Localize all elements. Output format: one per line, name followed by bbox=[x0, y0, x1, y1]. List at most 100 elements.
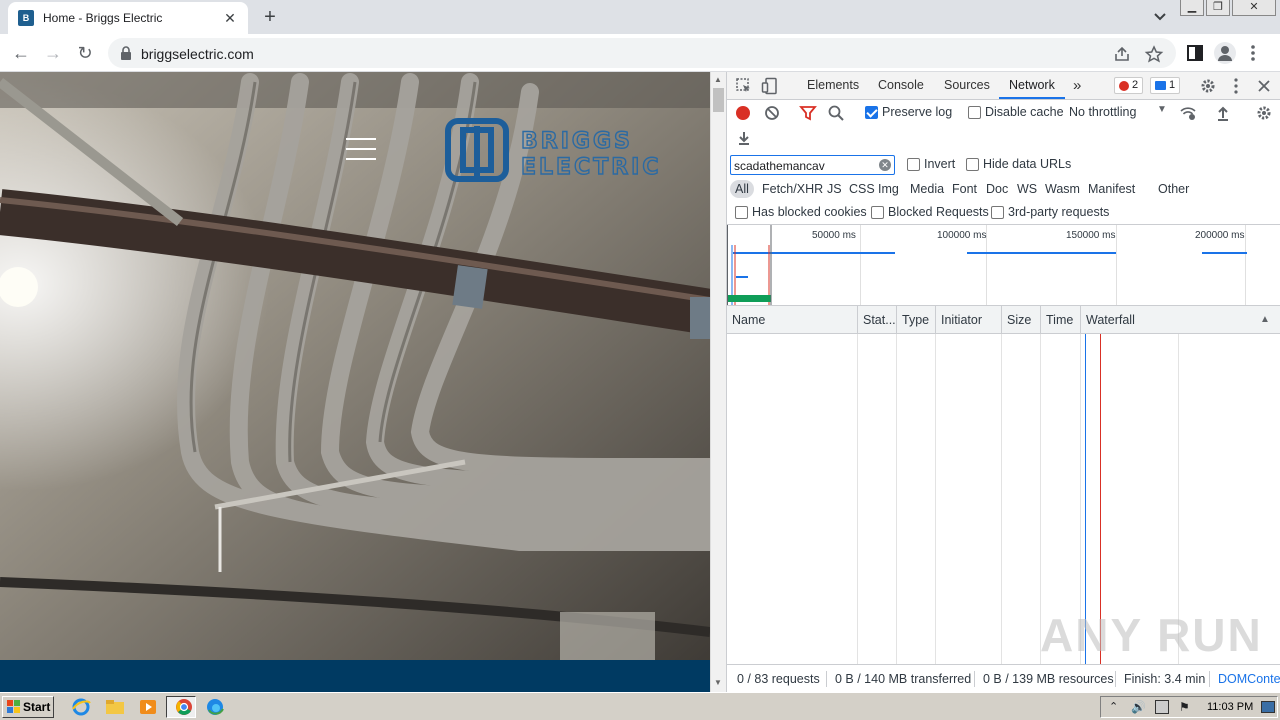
blocked-requests-checkbox[interactable] bbox=[871, 206, 884, 219]
windows-flag-icon bbox=[7, 700, 20, 713]
page-scrollbar[interactable]: ▲ ▼ bbox=[710, 72, 726, 692]
browser-menu-icon[interactable] bbox=[1250, 43, 1256, 63]
clear-icon[interactable] bbox=[763, 104, 781, 122]
requests-count: 0 / 83 requests bbox=[737, 672, 820, 686]
tab-network[interactable]: Network bbox=[999, 72, 1065, 99]
internet-explorer-icon[interactable] bbox=[70, 697, 92, 717]
file-explorer-icon[interactable] bbox=[104, 697, 126, 717]
status-divider bbox=[974, 671, 975, 687]
tab-close-icon[interactable]: ✕ bbox=[222, 10, 238, 26]
third-party-requests-checkbox[interactable] bbox=[991, 206, 1004, 219]
scroll-up-icon[interactable]: ▲ bbox=[714, 75, 722, 84]
anyrun-watermark: ANY RUN bbox=[1040, 609, 1263, 661]
type-filter-ws[interactable]: WS bbox=[1012, 180, 1042, 198]
show-desktop-icon[interactable] bbox=[1261, 701, 1275, 713]
profile-avatar-icon[interactable] bbox=[1214, 42, 1236, 64]
messages-count: 1 bbox=[1169, 79, 1176, 91]
reload-icon[interactable]: ↻ bbox=[72, 41, 98, 65]
devtools-menu-icon[interactable] bbox=[1227, 77, 1245, 95]
type-filter-fetch-xhr[interactable]: Fetch/XHR bbox=[757, 180, 828, 198]
requests-table-header: Name Stat... Type Initiator Size Time Wa… bbox=[727, 306, 1280, 334]
messages-badge[interactable]: 1 bbox=[1150, 77, 1181, 94]
type-filter-all[interactable]: All bbox=[730, 180, 754, 198]
disable-cache-checkbox[interactable] bbox=[968, 106, 981, 119]
filter-input[interactable]: scadathemancav ✕ bbox=[730, 155, 895, 175]
browser-tab[interactable]: B Home - Briggs Electric ✕ bbox=[8, 2, 248, 34]
site-blue-band bbox=[0, 660, 710, 692]
briggs-electric-logo[interactable]: BRIGGS ELECTRIC bbox=[445, 118, 660, 184]
sort-ascending-icon[interactable]: ▲ bbox=[1260, 314, 1270, 325]
type-filter-js[interactable]: JS bbox=[822, 180, 847, 198]
column-status[interactable]: Stat... bbox=[857, 306, 896, 334]
network-tray-icon[interactable] bbox=[1155, 700, 1169, 714]
invert-checkbox[interactable] bbox=[907, 158, 920, 171]
scrollbar-thumb[interactable] bbox=[713, 88, 724, 112]
flag-tray-icon[interactable]: ⚑ bbox=[1179, 700, 1190, 714]
type-filter-font[interactable]: Font bbox=[947, 180, 982, 198]
type-filter-img[interactable]: Img bbox=[873, 180, 904, 198]
restore-button[interactable]: ❐ bbox=[1206, 0, 1230, 16]
page-viewport: BRIGGS ELECTRIC bbox=[0, 72, 710, 692]
settings-gear-icon[interactable] bbox=[1199, 77, 1217, 95]
tab-console[interactable]: Console bbox=[878, 72, 924, 99]
windows-taskbar: Start ⌃ 🔊 ⚑ 11:03 PM bbox=[0, 692, 1280, 720]
column-divider bbox=[1001, 334, 1002, 664]
side-panel-icon[interactable] bbox=[1184, 42, 1206, 64]
throttling-select[interactable]: No throttling bbox=[1069, 105, 1136, 119]
status-divider bbox=[826, 671, 827, 687]
search-icon[interactable] bbox=[827, 104, 845, 122]
inspect-element-icon[interactable] bbox=[735, 77, 753, 95]
column-type[interactable]: Type bbox=[896, 306, 935, 334]
network-settings-gear-icon[interactable] bbox=[1255, 104, 1273, 122]
type-filter-wasm[interactable]: Wasm bbox=[1040, 180, 1085, 198]
resources-size: 0 B / 139 MB resources bbox=[983, 672, 1114, 686]
finish-time: Finish: 3.4 min bbox=[1124, 672, 1206, 686]
start-button[interactable]: Start bbox=[2, 696, 54, 718]
menu-hamburger-icon[interactable] bbox=[346, 138, 376, 160]
share-icon[interactable] bbox=[1112, 45, 1132, 63]
close-devtools-icon[interactable] bbox=[1255, 77, 1273, 95]
column-waterfall[interactable]: Waterfall bbox=[1080, 306, 1280, 334]
column-initiator[interactable]: Initiator bbox=[935, 306, 1001, 334]
chrome-taskbar-button[interactable] bbox=[166, 696, 196, 718]
type-filter-other[interactable]: Other bbox=[1153, 180, 1194, 198]
hide-data-urls-checkbox[interactable] bbox=[966, 158, 979, 171]
tab-search-chevron-icon[interactable] bbox=[1150, 8, 1170, 26]
errors-badge[interactable]: 2 bbox=[1114, 77, 1144, 94]
type-filter-manifest[interactable]: Manifest bbox=[1083, 180, 1140, 198]
network-overview-timeline[interactable]: 50000 ms 100000 ms 150000 ms 200000 ms bbox=[727, 224, 1280, 306]
forward-icon[interactable]: → bbox=[40, 41, 66, 65]
close-window-button[interactable]: ✕ bbox=[1232, 0, 1276, 16]
device-toolbar-icon[interactable] bbox=[761, 77, 779, 95]
new-tab-button[interactable]: + bbox=[258, 6, 282, 28]
address-bar[interactable]: briggselectric.com bbox=[108, 38, 1176, 68]
column-name[interactable]: Name bbox=[727, 306, 857, 334]
throttling-dropdown-icon[interactable]: ▼ bbox=[1157, 104, 1167, 115]
type-filter-doc[interactable]: Doc bbox=[981, 180, 1013, 198]
record-icon[interactable] bbox=[736, 106, 750, 120]
tab-sources[interactable]: Sources bbox=[944, 72, 990, 99]
network-conditions-icon[interactable] bbox=[1179, 104, 1197, 122]
edge-icon[interactable] bbox=[204, 697, 226, 717]
tab-elements[interactable]: Elements bbox=[807, 72, 859, 99]
has-blocked-cookies-checkbox[interactable] bbox=[735, 206, 748, 219]
back-icon[interactable]: ← bbox=[8, 41, 34, 65]
tray-expand-icon[interactable]: ⌃ bbox=[1109, 700, 1118, 713]
column-size[interactable]: Size bbox=[1001, 306, 1040, 334]
type-filter-media[interactable]: Media bbox=[905, 180, 949, 198]
volume-icon[interactable]: 🔊 bbox=[1131, 700, 1146, 714]
clear-filter-icon[interactable]: ✕ bbox=[879, 159, 891, 171]
export-har-icon[interactable] bbox=[735, 129, 753, 147]
minimize-button[interactable]: ▁ bbox=[1180, 0, 1204, 16]
tab-title: Home - Briggs Electric bbox=[43, 11, 163, 25]
column-time[interactable]: Time bbox=[1040, 306, 1080, 334]
filter-funnel-icon[interactable] bbox=[799, 104, 817, 122]
more-tabs-icon[interactable]: » bbox=[1073, 72, 1081, 99]
domcontentloaded-time: DOMConte bbox=[1218, 672, 1280, 686]
transferred-size: 0 B / 140 MB transferred bbox=[835, 672, 972, 686]
media-player-icon[interactable] bbox=[137, 697, 159, 717]
scroll-down-icon[interactable]: ▼ bbox=[714, 678, 722, 687]
preserve-log-checkbox[interactable] bbox=[865, 106, 878, 119]
bookmark-star-icon[interactable] bbox=[1144, 45, 1164, 63]
import-har-icon[interactable] bbox=[1214, 104, 1232, 122]
